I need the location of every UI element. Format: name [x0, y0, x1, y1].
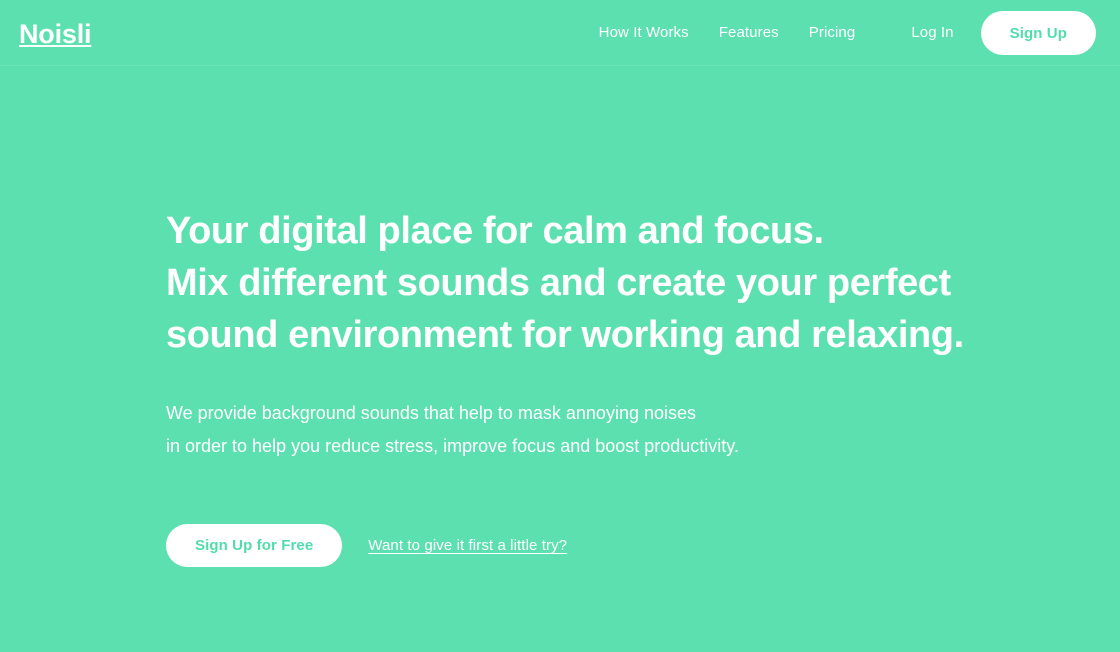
nav-log-in[interactable]: Log In	[911, 23, 953, 43]
hero-cta-group: Sign Up for Free Want to give it first a…	[166, 524, 1066, 567]
hero-subheadline-line-1: We provide background sounds that help t…	[166, 403, 696, 423]
hero-headline-line-3: sound environment for working and relaxi…	[166, 314, 964, 356]
sign-up-for-free-button[interactable]: Sign Up for Free	[166, 524, 343, 567]
nav-how-it-works[interactable]: How It Works	[599, 23, 689, 43]
hero-headline-line-2: Mix different sounds and create your per…	[166, 262, 951, 304]
nav-links-group: How It Works Features Pricing	[599, 23, 856, 43]
nav-pricing[interactable]: Pricing	[809, 23, 856, 43]
main-navigation: How It Works Features Pricing Log In Sig…	[599, 0, 1120, 66]
landing-page: Noisli How It Works Features Pricing Log…	[0, 0, 1120, 652]
hero-subheadline-line-2: in order to help you reduce stress, impr…	[166, 436, 739, 456]
sign-up-button[interactable]: Sign Up	[980, 11, 1096, 55]
logo-noisli[interactable]: Noisli	[19, 18, 92, 50]
nav-features[interactable]: Features	[719, 23, 779, 43]
try-it-first-link[interactable]: Want to give it first a little try?	[368, 537, 567, 554]
hero-headline: Your digital place for calm and focus. M…	[166, 205, 1066, 361]
hero-headline-line-1: Your digital place for calm and focus.	[166, 210, 824, 252]
site-header: Noisli How It Works Features Pricing Log…	[0, 0, 1120, 66]
hero-section: Your digital place for calm and focus. M…	[166, 205, 1066, 567]
hero-subheadline: We provide background sounds that help t…	[166, 397, 1066, 463]
